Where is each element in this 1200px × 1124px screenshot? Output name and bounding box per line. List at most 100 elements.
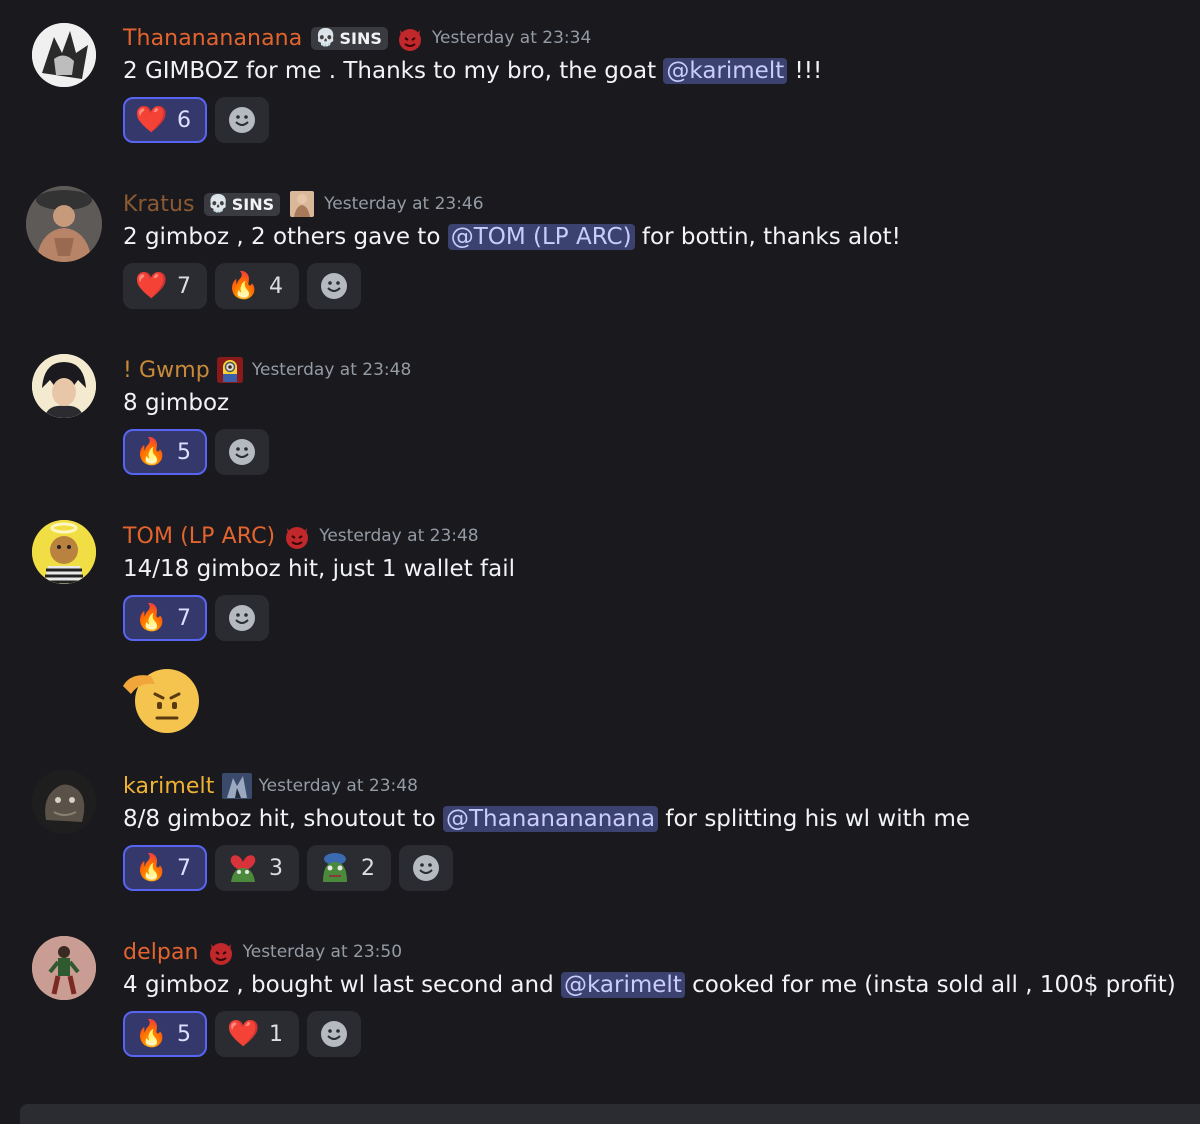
reaction-count: 1 xyxy=(269,1021,283,1047)
knight-icon xyxy=(221,772,253,800)
message-content: 8/8 gimboz hit, shoutout to @Thanananana… xyxy=(123,806,970,832)
reaction-fire[interactable]: 🔥 5 xyxy=(123,429,207,475)
tag-label: SINS xyxy=(231,194,275,214)
fire-icon: 🔥 xyxy=(227,271,260,301)
reaction-bar: ❤️ 6 xyxy=(123,97,269,143)
fire-icon: 🔥 xyxy=(135,853,168,883)
server-tag: 💀 SINS xyxy=(311,26,388,50)
server-tag: 💀 SINS xyxy=(203,192,281,216)
devil-icon xyxy=(283,522,311,550)
reaction-bar: ❤️ 7 🔥 4 xyxy=(123,263,361,309)
reaction-count: 4 xyxy=(269,273,283,299)
message-text: 8/8 gimboz hit, shoutout to xyxy=(123,806,436,832)
timestamp: Yesterday at 23:48 xyxy=(319,526,479,546)
message-text: 2 gimboz , 2 others gave to xyxy=(123,224,441,250)
heart-icon: ❤️ xyxy=(227,1019,260,1049)
add-reaction-button[interactable] xyxy=(215,97,269,143)
reaction-count: 2 xyxy=(361,855,375,881)
timestamp: Yesterday at 23:48 xyxy=(251,360,412,380)
fire-icon: 🔥 xyxy=(135,603,168,633)
reaction-pepe-hat[interactable]: 2 xyxy=(307,845,391,891)
devil-icon xyxy=(396,24,424,52)
message-text: 4 gimboz , bought wl last second and xyxy=(123,972,554,998)
add-reaction-button[interactable] xyxy=(307,1011,361,1057)
message-text: 8 gimboz xyxy=(123,390,230,416)
user-mention[interactable]: @karimelt xyxy=(663,58,788,84)
reaction-count: 7 xyxy=(177,855,191,881)
reaction-count: 3 xyxy=(269,855,283,881)
reaction-count: 6 xyxy=(177,107,191,133)
reaction-heart[interactable]: ❤️ 1 xyxy=(215,1011,299,1057)
fire-icon: 🔥 xyxy=(135,437,168,467)
pepe-hat-icon xyxy=(319,850,351,887)
username[interactable]: delpan xyxy=(123,940,199,965)
timestamp: Yesterday at 23:50 xyxy=(242,942,403,962)
skull-icon: 💀 xyxy=(207,194,229,214)
smiley-icon xyxy=(229,107,255,133)
reaction-bar: 🔥 5 ❤️ 1 xyxy=(123,1011,361,1057)
timestamp: Yesterday at 23:34 xyxy=(431,28,592,48)
heart-icon: ❤️ xyxy=(135,105,168,135)
username[interactable]: karimelt xyxy=(123,774,215,799)
reaction-bar: 🔥 7 3 2 xyxy=(123,845,453,891)
heart-icon: ❤️ xyxy=(135,271,168,301)
smiley-icon xyxy=(321,273,347,299)
username[interactable]: Kratus xyxy=(123,192,195,217)
user-mention[interactable]: @karimelt xyxy=(561,972,685,998)
tag-label: SINS xyxy=(339,28,382,48)
timestamp: Yesterday at 23:46 xyxy=(324,194,484,214)
message-text: for bottin, thanks alot! xyxy=(641,224,901,250)
reaction-bar: 🔥 5 xyxy=(123,429,269,475)
reaction-fire[interactable]: 🔥 5 xyxy=(123,1011,207,1057)
message-content: 2 GIMBOZ for me . Thanks to my bro, the … xyxy=(123,58,822,84)
user-mention[interactable]: @TOM (LP ARC) xyxy=(447,224,635,250)
reaction-count: 5 xyxy=(177,439,191,465)
avatar[interactable] xyxy=(32,354,96,418)
message-content: 14/18 gimboz hit, just 1 wallet fail xyxy=(123,556,515,582)
avatar[interactable] xyxy=(32,770,96,834)
reaction-heart[interactable]: ❤️ 6 xyxy=(123,97,207,143)
user-mention[interactable]: @Thananananana xyxy=(443,806,659,832)
reaction-heart[interactable]: ❤️ 7 xyxy=(123,263,207,309)
reaction-fire[interactable]: 🔥 7 xyxy=(123,595,207,641)
reaction-bar: 🔥 7 xyxy=(123,595,269,641)
message-text: for splitting his wl with me xyxy=(665,806,971,832)
message-content: 2 gimboz , 2 others gave to @TOM (LP ARC… xyxy=(123,224,901,250)
message-input-edge[interactable] xyxy=(20,1104,1200,1124)
message-text: 2 GIMBOZ for me . Thanks to my bro, the … xyxy=(123,58,657,84)
fire-icon: 🔥 xyxy=(135,1019,168,1049)
minion-icon xyxy=(216,356,244,384)
reaction-fire[interactable]: 🔥 4 xyxy=(215,263,299,309)
message-text: cooked for me (insta sold all , 100$ pro… xyxy=(692,972,1176,998)
saluting-face-icon xyxy=(121,664,201,734)
username[interactable]: TOM (LP ARC) xyxy=(123,524,275,549)
pepe-heart-icon xyxy=(227,850,259,887)
smiley-icon xyxy=(229,605,255,631)
avatar[interactable] xyxy=(26,186,102,262)
message-text: 14/18 gimboz hit, just 1 wallet fail xyxy=(123,556,516,582)
username[interactable]: Thananananana xyxy=(123,26,302,51)
smiley-icon xyxy=(229,439,255,465)
avatar[interactable] xyxy=(32,520,96,584)
avatar[interactable] xyxy=(32,23,96,87)
reaction-count: 5 xyxy=(177,1021,191,1047)
add-reaction-button[interactable] xyxy=(307,263,361,309)
reaction-count: 7 xyxy=(177,605,191,631)
reaction-fire[interactable]: 🔥 7 xyxy=(123,845,207,891)
timestamp: Yesterday at 23:48 xyxy=(258,776,418,796)
message-content: 4 gimboz , bought wl last second and @ka… xyxy=(123,972,1176,998)
devil-icon xyxy=(207,938,235,966)
character-icon xyxy=(288,190,316,218)
smiley-icon xyxy=(413,855,439,881)
username[interactable]: ! Gwmp xyxy=(123,358,210,383)
message-content: 8 gimboz xyxy=(123,390,229,416)
add-reaction-button[interactable] xyxy=(399,845,453,891)
skull-icon: 💀 xyxy=(315,28,337,48)
avatar[interactable] xyxy=(32,936,96,1000)
reaction-count: 7 xyxy=(177,273,191,299)
reaction-pepe-heart[interactable]: 3 xyxy=(215,845,299,891)
add-reaction-button[interactable] xyxy=(215,595,269,641)
smiley-icon xyxy=(321,1021,347,1047)
add-reaction-button[interactable] xyxy=(215,429,269,475)
message-text: !!! xyxy=(794,58,823,84)
